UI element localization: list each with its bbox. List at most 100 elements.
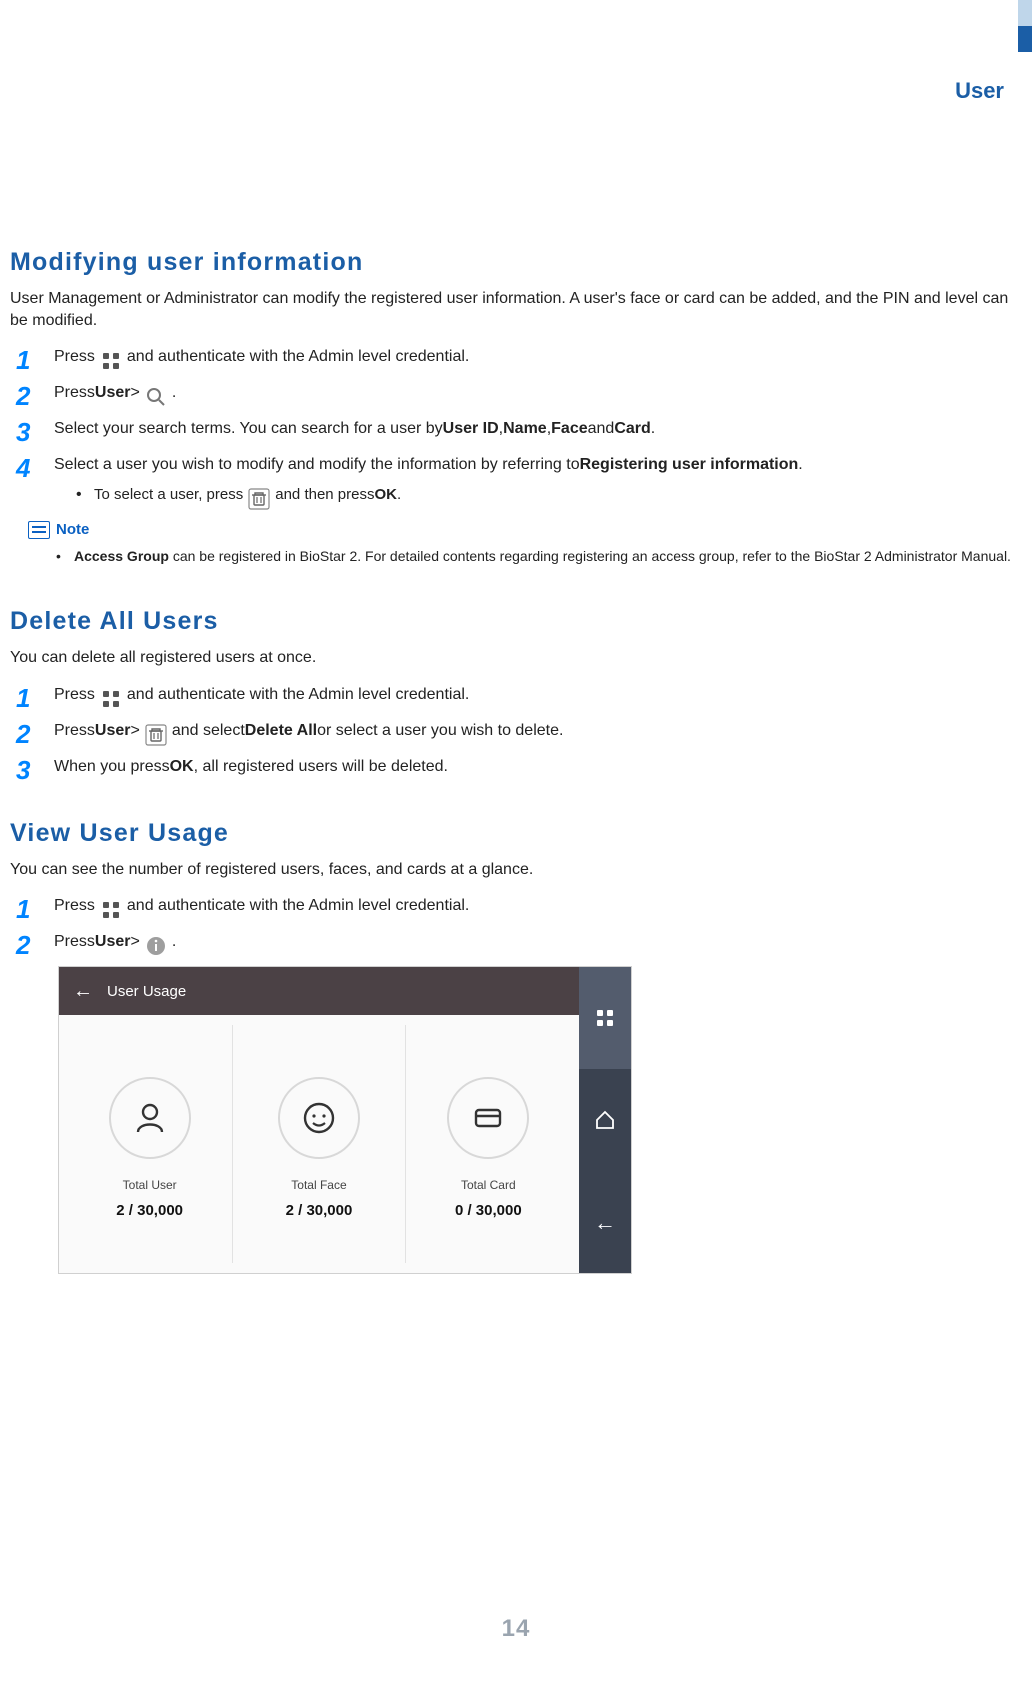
- back-arrow-icon[interactable]: ←: [73, 977, 93, 1006]
- step-3: 3 When you press OK , all registered use…: [10, 755, 1020, 779]
- bold: Access Group: [74, 548, 169, 564]
- note-text: can be registered in BioStar 2. For deta…: [169, 548, 1011, 564]
- step-text: Press: [54, 930, 95, 954]
- note-list: Access Group can be registered in BioSta…: [28, 547, 1020, 567]
- note-icon: [28, 521, 50, 539]
- card-total-user: Total User 2 / 30,000: [90, 1077, 210, 1222]
- step-number: 2: [16, 926, 30, 965]
- step-1: 1 Press and authenticate with the Admin …: [10, 345, 1020, 369]
- step-text: and select: [172, 719, 245, 743]
- step-number: 4: [16, 449, 30, 488]
- card-label: Total User: [90, 1177, 210, 1194]
- page-edge-tabs: [1018, 0, 1032, 52]
- bold: User ID: [443, 417, 499, 441]
- menu-grid-icon: [98, 349, 124, 373]
- bold: Registering user information: [580, 453, 799, 477]
- intro-usage: You can see the number of registered use…: [10, 859, 1020, 881]
- step-4: 4 Select a user you wish to modify and m…: [10, 453, 1020, 507]
- step-number: 2: [16, 715, 30, 754]
- heading-modifying: Modifying user information: [10, 244, 1020, 280]
- step-text: and authenticate with the Admin level cr…: [127, 683, 469, 707]
- step-text: .: [798, 453, 802, 477]
- bold: OK: [375, 484, 398, 507]
- card-total-card: Total Card 0 / 30,000: [428, 1077, 548, 1222]
- step-text: To select a user, press: [94, 484, 243, 507]
- step-2: 2 Press User > .: [10, 930, 1020, 954]
- intro-modifying: User Management or Administrator can mod…: [10, 288, 1020, 331]
- divider: [232, 1025, 233, 1263]
- page-content: Modifying user information User Manageme…: [10, 220, 1020, 1274]
- bold: Name: [503, 417, 547, 441]
- note-box: Note Access Group can be registered in B…: [28, 519, 1020, 566]
- usage-cards: Total User 2 / 30,000 Total Face 2 / 30,…: [59, 1015, 579, 1273]
- search-icon: [143, 385, 169, 409]
- step-number: 1: [16, 890, 30, 929]
- info-icon: [143, 934, 169, 958]
- step-1: 1 Press and authenticate with the Admin …: [10, 894, 1020, 918]
- heading-usage: View User Usage: [10, 815, 1020, 851]
- sidebar-back-button[interactable]: ←: [579, 1171, 631, 1273]
- step-text: .: [172, 381, 176, 405]
- card-value: 0 / 30,000: [428, 1200, 548, 1222]
- bold: Face: [551, 417, 587, 441]
- step-text: When you press: [54, 755, 170, 779]
- step-text: Select your search terms. You can search…: [54, 417, 443, 441]
- card-value: 2 / 30,000: [259, 1200, 379, 1222]
- step-text: .: [172, 930, 176, 954]
- step-number: 1: [16, 341, 30, 380]
- bold: OK: [170, 755, 194, 779]
- step-text: or select a user you wish to delete.: [317, 719, 563, 743]
- card-label: Total Face: [259, 1177, 379, 1194]
- step-2: 2 Press User > .: [10, 381, 1020, 405]
- step-number: 1: [16, 679, 30, 718]
- sidebar-home-button[interactable]: [579, 1069, 631, 1171]
- bold: Card: [614, 417, 650, 441]
- steps-delete: 1 Press and authenticate with the Admin …: [10, 683, 1020, 779]
- step-text: Select a user you wish to modify and mod…: [54, 453, 580, 477]
- step-number: 2: [16, 377, 30, 416]
- step-text: and authenticate with the Admin level cr…: [127, 345, 469, 369]
- bold: User: [95, 930, 131, 954]
- step-text: and: [588, 417, 615, 441]
- steps-modifying: 1 Press and authenticate with the Admin …: [10, 345, 1020, 507]
- sidebar-apps-button[interactable]: [579, 967, 631, 1069]
- note-label: Note: [56, 519, 89, 541]
- user-icon: [109, 1077, 191, 1159]
- screenshot-header: ← User Usage: [59, 967, 579, 1015]
- sub-bullets: To select a user, press and then press O…: [54, 483, 1020, 507]
- trash-icon: [246, 487, 272, 511]
- steps-usage: 1 Press and authenticate with the Admin …: [10, 894, 1020, 954]
- step-number: 3: [16, 413, 30, 452]
- step-text: and then press: [275, 484, 374, 507]
- heading-delete: Delete All Users: [10, 603, 1020, 639]
- step-text: Press: [54, 894, 95, 918]
- screenshot-title: User Usage: [107, 981, 186, 1003]
- tab-blue: [1018, 26, 1032, 52]
- sub-bullet-item: To select a user, press and then press O…: [76, 483, 1020, 507]
- step-text: >: [130, 719, 139, 743]
- screenshot-main: ← User Usage Total User 2 / 30,000: [59, 967, 579, 1273]
- step-1: 1 Press and authenticate with the Admin …: [10, 683, 1020, 707]
- step-text: , all registered users will be deleted.: [194, 755, 448, 779]
- page-number: 14: [0, 1612, 1032, 1647]
- step-number: 3: [16, 751, 30, 790]
- screenshot-sidebar: ←: [579, 967, 631, 1273]
- note-heading: Note: [28, 519, 1020, 541]
- step-3: 3 Select your search terms. You can sear…: [10, 417, 1020, 441]
- step-text: .: [397, 484, 401, 507]
- intro-delete: You can delete all registered users at o…: [10, 647, 1020, 669]
- bold: User: [95, 719, 131, 743]
- card-label: Total Card: [428, 1177, 548, 1194]
- user-usage-screenshot: ← User Usage Total User 2 / 30,000: [58, 966, 632, 1274]
- menu-grid-icon: [98, 687, 124, 711]
- step-text: Press: [54, 683, 95, 707]
- card-total-face: Total Face 2 / 30,000: [259, 1077, 379, 1222]
- face-icon: [278, 1077, 360, 1159]
- note-item: Access Group can be registered in BioSta…: [56, 547, 1020, 567]
- card-icon: [447, 1077, 529, 1159]
- menu-grid-icon: [98, 898, 124, 922]
- arrow-left-icon: ←: [594, 1207, 616, 1239]
- step-text: and authenticate with the Admin level cr…: [127, 894, 469, 918]
- step-2: 2 Press User > and select Delete All or …: [10, 719, 1020, 743]
- step-text: .: [651, 417, 655, 441]
